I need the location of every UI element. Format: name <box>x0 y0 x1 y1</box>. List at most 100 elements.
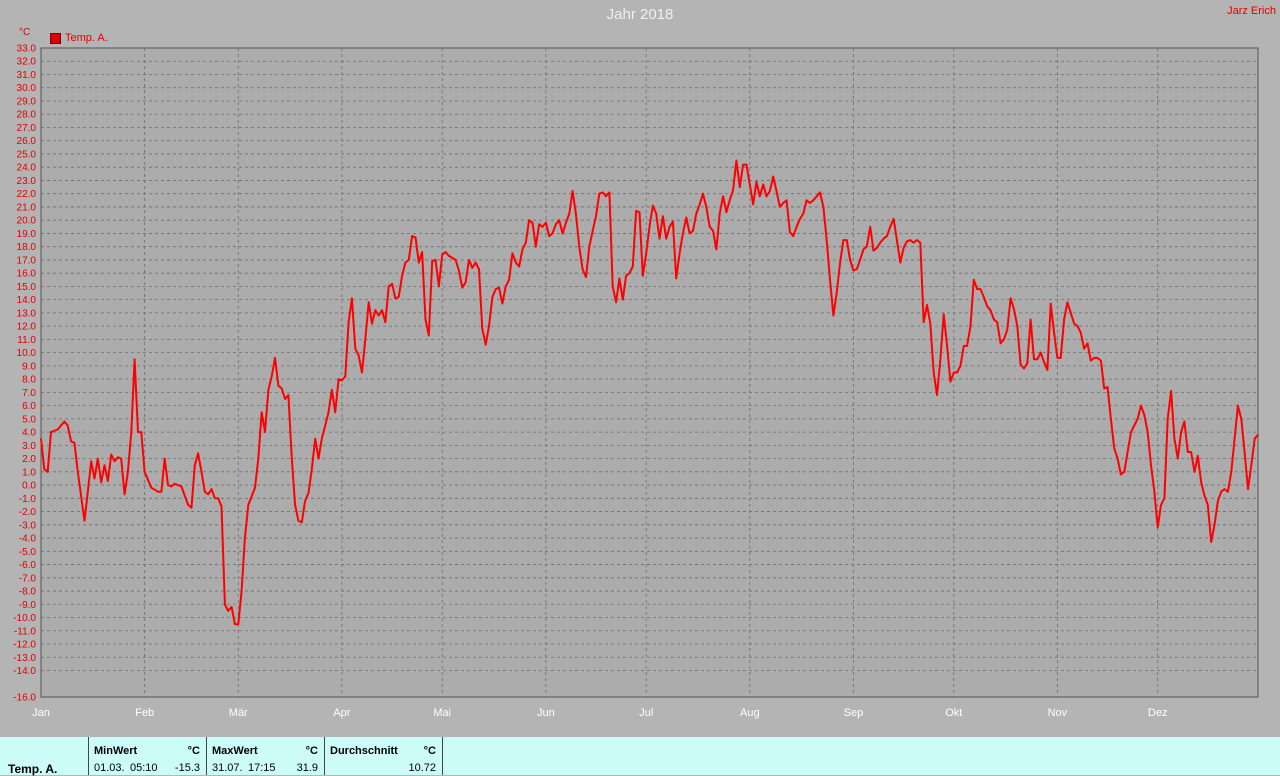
data-point <box>130 431 133 433</box>
data-point <box>117 456 119 459</box>
data-point <box>491 296 494 298</box>
data-point <box>966 345 968 347</box>
author-label: Jarz Erich <box>1227 5 1276 17</box>
data-point <box>471 267 474 269</box>
data-point <box>993 318 995 321</box>
data-point <box>441 253 444 256</box>
data-point <box>501 302 504 305</box>
y-tick-label: -5.0 <box>19 547 37 558</box>
data-point <box>143 471 146 473</box>
data-point <box>1240 418 1243 420</box>
data-point <box>234 623 236 625</box>
data-point <box>1193 471 1196 473</box>
data-point <box>444 251 447 253</box>
data-point <box>963 345 965 347</box>
y-tick-label: -13.0 <box>13 653 36 664</box>
data-point <box>1237 404 1239 407</box>
data-point <box>260 411 263 414</box>
data-point <box>1140 404 1142 407</box>
data-point <box>364 338 367 341</box>
y-tick-label: 10.0 <box>17 348 37 359</box>
data-point <box>782 202 784 204</box>
data-point <box>769 190 771 192</box>
data-point <box>127 471 129 473</box>
data-point <box>1207 504 1209 506</box>
data-point <box>899 261 902 264</box>
data-point <box>1160 504 1162 506</box>
data-point <box>555 223 557 225</box>
data-point <box>548 235 550 237</box>
data-point <box>167 484 169 486</box>
data-point <box>722 195 724 198</box>
plot-area <box>40 47 1259 698</box>
y-tick-label: 9.0 <box>22 361 36 372</box>
data-point <box>87 490 89 493</box>
y-tick-label: 7.0 <box>22 388 36 399</box>
y-tick-label: 32.0 <box>17 57 37 68</box>
data-point <box>739 186 741 188</box>
data-point <box>705 206 708 208</box>
data-point <box>655 212 657 215</box>
y-tick-label: -10.0 <box>13 613 36 624</box>
data-point <box>632 265 634 268</box>
data-point <box>822 206 825 208</box>
data-point <box>531 222 534 224</box>
data-point <box>448 255 450 257</box>
data-point <box>1049 302 1052 305</box>
data-point <box>113 460 116 463</box>
data-point <box>605 195 607 198</box>
data-point <box>434 259 437 261</box>
data-point <box>812 199 815 202</box>
data-point <box>752 203 754 206</box>
stats-min-cell: MinWert °C 01.03. 05:10 -15.3 <box>88 737 207 775</box>
data-point <box>200 471 203 473</box>
data-point <box>1126 451 1129 453</box>
data-point <box>892 218 895 220</box>
data-point <box>1150 464 1152 467</box>
data-point <box>270 375 273 378</box>
data-point <box>170 485 173 488</box>
data-point <box>688 232 691 235</box>
y-axis-unit: °C <box>19 27 31 38</box>
data-point <box>481 328 484 330</box>
data-point <box>454 259 457 261</box>
data-point <box>190 506 193 509</box>
data-point <box>682 232 684 235</box>
x-tick-label: Apr <box>333 707 350 719</box>
data-point <box>876 247 878 249</box>
y-tick-label: -12.0 <box>13 640 36 651</box>
data-point <box>137 431 139 433</box>
data-point <box>889 226 891 228</box>
data-point <box>428 334 430 337</box>
y-tick-label: -9.0 <box>19 600 37 611</box>
data-point <box>1036 358 1039 361</box>
data-point <box>795 226 798 228</box>
data-point <box>685 216 688 219</box>
data-point <box>230 606 233 608</box>
data-point <box>902 247 905 249</box>
data-point <box>996 321 998 324</box>
data-point <box>896 239 898 241</box>
data-point <box>1223 488 1226 490</box>
data-point <box>986 305 988 308</box>
data-point <box>1056 357 1059 359</box>
stats-row-label-cell: Temp. A. <box>0 737 89 776</box>
max-date: 31.07. <box>212 762 243 774</box>
data-point <box>551 232 554 235</box>
data-point <box>872 249 875 252</box>
data-point <box>1177 457 1179 460</box>
data-point <box>464 281 467 284</box>
data-point <box>1039 351 1042 354</box>
y-tick-label: 1.0 <box>22 467 36 478</box>
data-point <box>611 285 614 288</box>
data-point <box>1146 431 1149 433</box>
min-value: -15.3 <box>174 762 200 774</box>
data-point <box>411 235 413 237</box>
data-point <box>668 226 671 228</box>
y-tick-label: -1.0 <box>19 494 37 505</box>
data-point <box>598 192 601 195</box>
max-time: 17:15 <box>248 762 276 774</box>
data-point <box>354 347 357 350</box>
data-point <box>1257 434 1259 436</box>
data-point <box>678 252 681 255</box>
